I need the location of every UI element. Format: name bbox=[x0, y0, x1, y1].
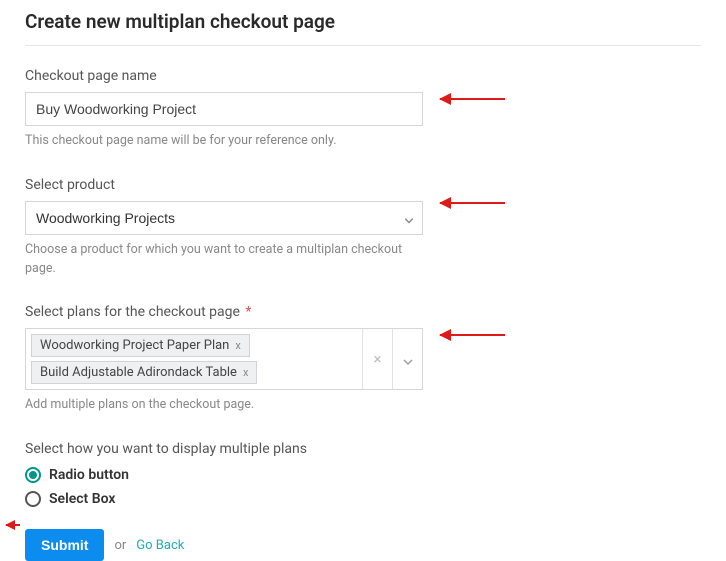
select-plans-label: Select plans for the checkout page * bbox=[25, 304, 701, 320]
plan-chip-label: Build Adjustable Adirondack Table bbox=[40, 365, 237, 380]
arrow-annotation-icon bbox=[6, 524, 20, 526]
plan-chip: Build Adjustable Adirondack Table x bbox=[31, 361, 257, 384]
plan-chip-label: Woodworking Project Paper Plan bbox=[40, 338, 229, 353]
select-product-helper: Choose a product for which you want to c… bbox=[25, 241, 423, 279]
plans-chips-area[interactable]: Woodworking Project Paper Plan x Build A… bbox=[26, 329, 362, 389]
required-asterisk: * bbox=[245, 304, 251, 320]
page-title: Create new multiplan checkout page bbox=[25, 10, 701, 46]
go-back-link[interactable]: Go Back bbox=[136, 538, 184, 553]
submit-button[interactable]: Submit bbox=[25, 529, 104, 561]
select-product-value: Woodworking Projects bbox=[36, 210, 175, 226]
form-actions: Submit or Go Back bbox=[25, 529, 701, 561]
display-mode-label: Select how you want to display multiple … bbox=[25, 441, 701, 457]
select-plans-helper: Add multiple plans on the checkout page. bbox=[25, 396, 423, 415]
checkout-name-label: Checkout page name bbox=[25, 68, 701, 84]
radio-icon bbox=[25, 491, 41, 507]
radio-option-radiobutton[interactable]: Radio button bbox=[25, 467, 701, 483]
or-text: or bbox=[114, 538, 126, 553]
checkout-name-input[interactable] bbox=[25, 92, 423, 126]
chip-remove-icon[interactable]: x bbox=[235, 339, 240, 352]
close-icon: × bbox=[373, 350, 381, 368]
chevron-down-icon bbox=[403, 350, 413, 369]
select-product-dropdown[interactable]: Woodworking Projects bbox=[25, 201, 423, 235]
radio-option-selectbox[interactable]: Select Box bbox=[25, 491, 701, 507]
field-select-product: Select product Woodworking Projects Choo… bbox=[25, 177, 701, 279]
radio-label: Select Box bbox=[49, 491, 115, 507]
checkout-name-helper: This checkout page name will be for your… bbox=[25, 132, 423, 151]
plan-chip: Woodworking Project Paper Plan x bbox=[31, 334, 250, 357]
radio-icon bbox=[25, 467, 41, 483]
radio-label: Radio button bbox=[49, 467, 129, 483]
select-product-label: Select product bbox=[25, 177, 701, 193]
arrow-annotation-icon bbox=[440, 334, 505, 336]
plans-dropdown-toggle[interactable] bbox=[392, 329, 422, 389]
arrow-annotation-icon bbox=[440, 98, 505, 100]
field-select-plans: Select plans for the checkout page * Woo… bbox=[25, 304, 701, 415]
field-display-mode: Select how you want to display multiple … bbox=[25, 441, 701, 507]
chip-remove-icon[interactable]: x bbox=[243, 366, 248, 379]
plans-multiselect[interactable]: Woodworking Project Paper Plan x Build A… bbox=[25, 328, 423, 390]
field-checkout-name: Checkout page name This checkout page na… bbox=[25, 68, 701, 151]
arrow-annotation-icon bbox=[440, 202, 505, 204]
plans-clear-button[interactable]: × bbox=[362, 329, 392, 389]
